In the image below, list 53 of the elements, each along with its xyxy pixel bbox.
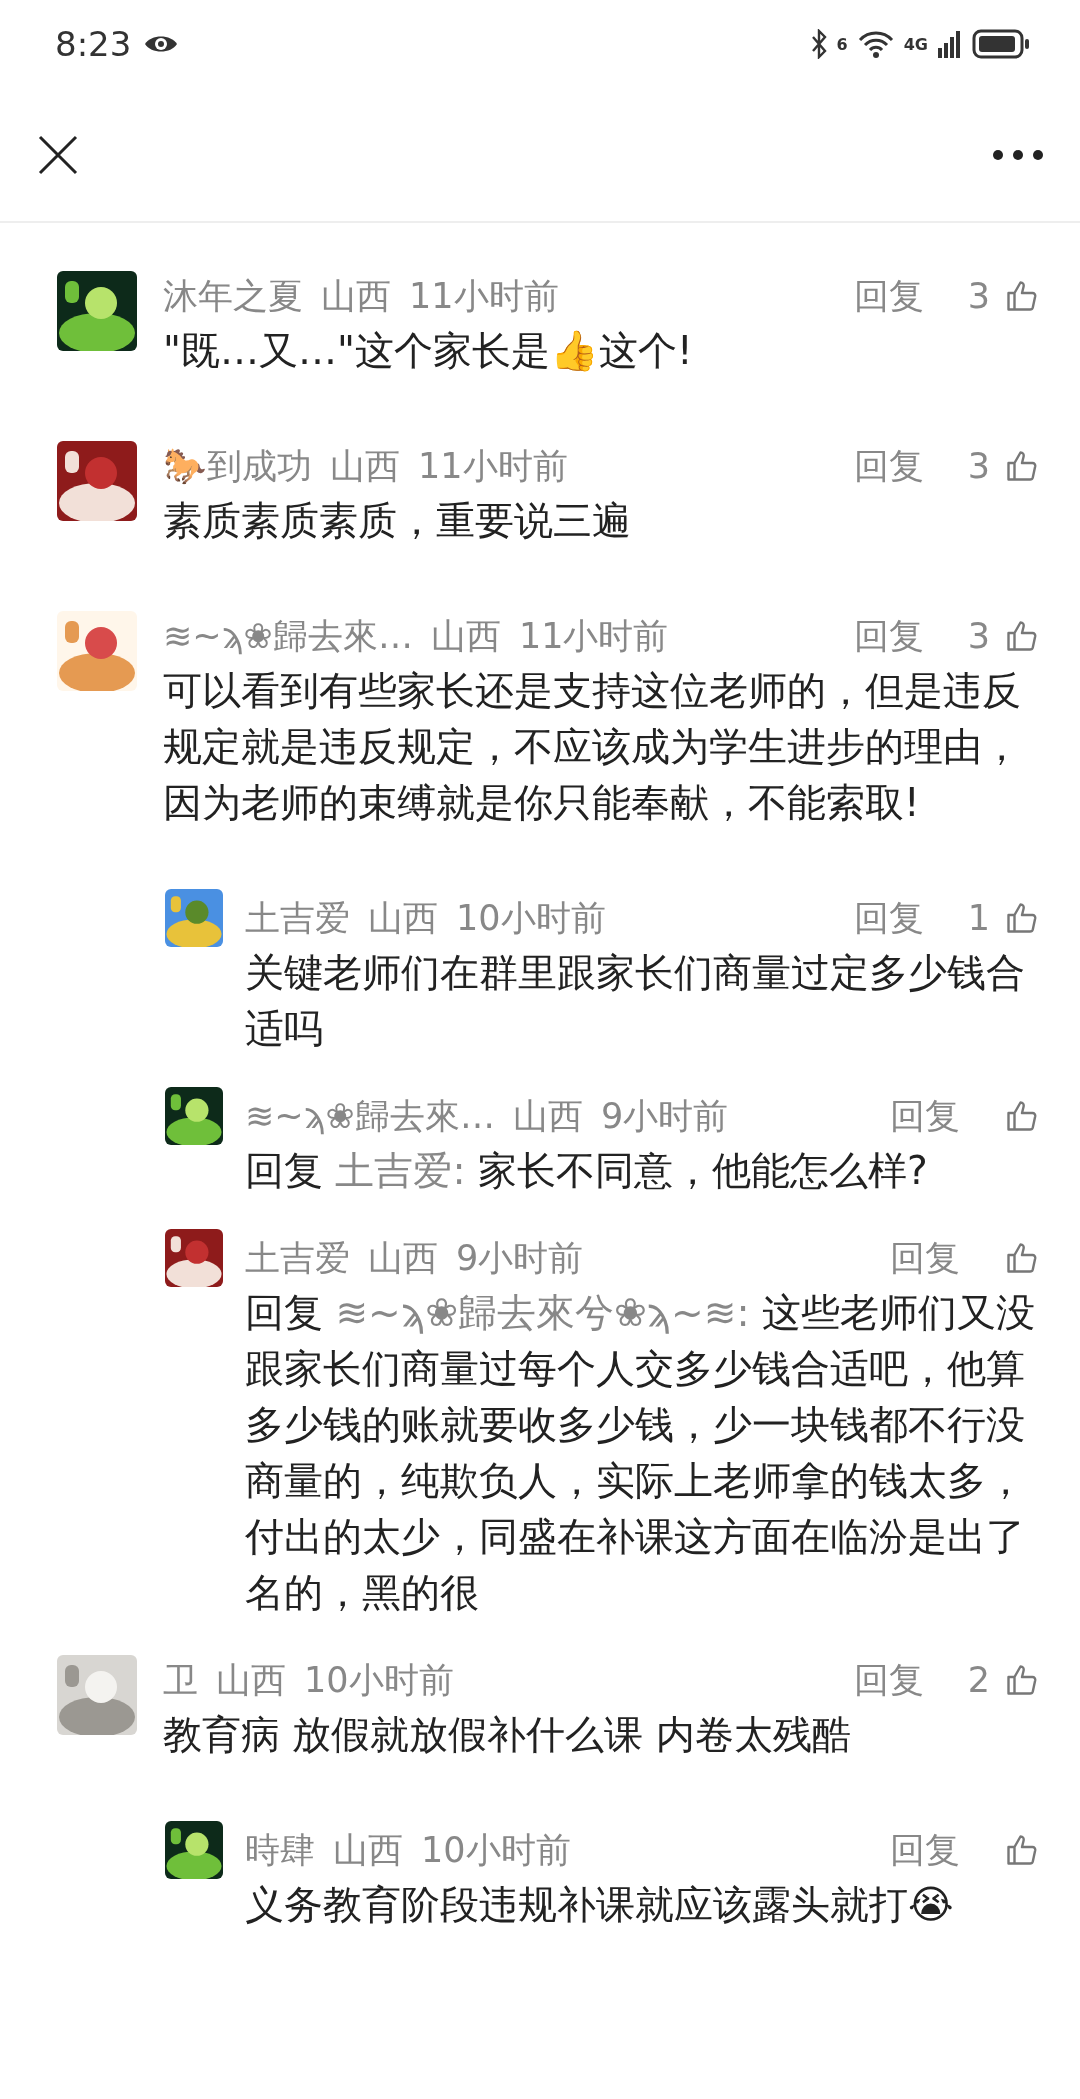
- like-count: 1: [967, 898, 990, 938]
- battery-icon: [972, 29, 1030, 59]
- timestamp: 11小时前: [409, 274, 559, 318]
- signal-icon: [938, 30, 962, 58]
- status-time: 8:23: [55, 24, 132, 64]
- wifi-icon: [857, 30, 894, 58]
- comment-text: "既…又…"这个家长是👍这个!: [163, 327, 694, 375]
- timestamp: 11小时前: [518, 614, 669, 658]
- timestamp: 11小时前: [418, 444, 568, 488]
- like-count: 2: [967, 1660, 990, 1700]
- timestamp: 10小时前: [456, 896, 606, 940]
- bluetooth-icon: [810, 29, 827, 59]
- reply-button[interactable]: 回复: [890, 1826, 960, 1874]
- location: 山西: [368, 896, 438, 940]
- username[interactable]: 沐年之夏: [163, 272, 303, 320]
- comment-text: 义务教育阶段违规补课就应该露头就打😭: [245, 1881, 955, 1929]
- username[interactable]: ≋~ϡ❀歸去來…: [163, 612, 413, 660]
- timestamp: 10小时前: [421, 1828, 571, 1872]
- username[interactable]: 土吉爱: [245, 894, 350, 942]
- comment-text: 回复 ≋~ϡ❀歸去來兮❀ϡ~≋: 这些老师们又没跟家长们商量过每个人交多少钱合适吧，他算多少钱的账就要收多少钱，少一块钱都不行没商量的，纯欺负人，实际上老师拿的钱太多，付出的太少，同盛在补课这方面在临汾是出了名的，黑的很: [245, 1289, 1036, 1617]
- location: 山西: [430, 614, 501, 658]
- like-count: 3: [967, 276, 990, 316]
- username[interactable]: 🐎到成功: [163, 442, 312, 490]
- comment-text: 教育病 放假就放假补什么课 内卷太残酷: [163, 1711, 852, 1759]
- reply-button[interactable]: 回复: [890, 1234, 960, 1282]
- comment-text: 回复 土吉爱: 家长不同意，他能怎么样?: [245, 1147, 929, 1195]
- timestamp: 10小时前: [304, 1658, 454, 1702]
- reply-button[interactable]: 回复: [853, 612, 924, 660]
- timestamp: 9小时前: [600, 1094, 729, 1138]
- like-count: 3: [967, 616, 990, 656]
- comment-text: 可以看到有些家长还是支持这位老师的，但是违反规定就是违反规定，不应该成为学生进步的理由，因为老师的束缚就是你只能奉献，不能索取!: [163, 667, 1022, 827]
- location: 山西: [368, 1236, 438, 1280]
- username[interactable]: ≋~ϡ❀歸去來…: [245, 1092, 495, 1140]
- reply-button[interactable]: 回复: [890, 1092, 960, 1140]
- location: 山西: [333, 1828, 403, 1872]
- timestamp: 9小时前: [456, 1236, 584, 1280]
- comment-text: 关键老师们在群里跟家长们商量过定多少钱合适吗: [245, 949, 1026, 1053]
- more-icon[interactable]: [992, 148, 1044, 161]
- reply-button[interactable]: 回复: [853, 894, 924, 942]
- location: 山西: [330, 444, 400, 488]
- location: 山西: [512, 1094, 583, 1138]
- username[interactable]: 卫: [163, 1656, 198, 1704]
- network-label: 4G: [903, 34, 928, 54]
- username[interactable]: 時肆: [245, 1826, 315, 1874]
- reply-button[interactable]: 回复: [853, 442, 924, 490]
- wifi-label: 6: [836, 34, 848, 54]
- location: 山西: [321, 274, 391, 318]
- reply-button[interactable]: 回复: [853, 272, 924, 320]
- location: 山西: [216, 1658, 286, 1702]
- comment-text: 素质素质素质，重要说三遍: [163, 497, 632, 545]
- reply-button[interactable]: 回复: [853, 1656, 924, 1704]
- like-count: 3: [967, 446, 990, 486]
- username[interactable]: 土吉爱: [245, 1234, 350, 1282]
